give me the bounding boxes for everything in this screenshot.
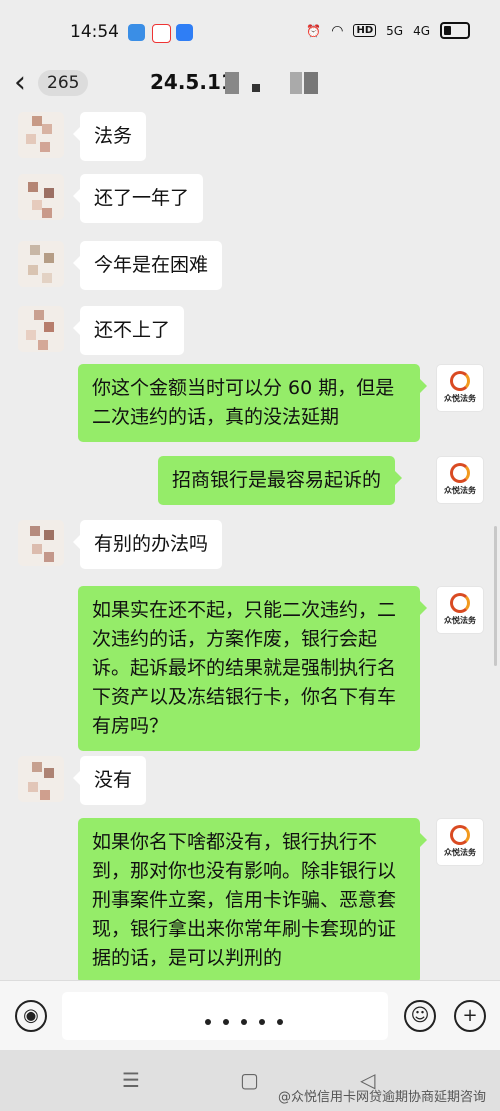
law-firm-avatar[interactable]: 众悦法务 bbox=[436, 456, 484, 504]
contact-avatar[interactable] bbox=[18, 112, 64, 158]
law-firm-avatar-label: 众悦法务 bbox=[444, 616, 476, 625]
contact-avatar[interactable] bbox=[18, 520, 64, 566]
contact-avatar[interactable] bbox=[18, 306, 64, 352]
signal-4g-icon: 4G bbox=[413, 23, 430, 38]
message-bubble-incoming[interactable]: 还不上了 bbox=[72, 306, 185, 355]
status-bar: 14:54 ⏰ ◠ HD 5G 4G bbox=[0, 0, 500, 62]
app-notification-icon bbox=[128, 24, 145, 41]
clock: 14:54 bbox=[70, 22, 119, 42]
chat-scrollbar[interactable] bbox=[494, 526, 497, 666]
title-redaction-mosaic bbox=[290, 72, 302, 94]
watermark-text: @众悦信用卡网贷逾期协商延期咨询 bbox=[277, 1090, 486, 1105]
message-bubble-outgoing[interactable]: 你这个金额当时可以分 60 期，但是二次违约的话，真的没法延期 bbox=[78, 364, 427, 442]
law-firm-logo-icon bbox=[450, 825, 470, 845]
message-input-bar: ◉ ☺ + bbox=[0, 980, 500, 1051]
status-icons: ⏰ ◠ HD 5G 4G bbox=[306, 22, 470, 39]
chevron-left-icon[interactable]: ‹ bbox=[14, 64, 26, 102]
title-redaction-mosaic bbox=[304, 72, 318, 94]
law-firm-logo-icon bbox=[450, 463, 470, 483]
voice-input-icon[interactable]: ◉ bbox=[15, 1000, 47, 1032]
contact-avatar[interactable] bbox=[18, 756, 64, 802]
emoji-icon[interactable]: ☺ bbox=[404, 1000, 436, 1032]
contact-avatar[interactable] bbox=[18, 241, 64, 287]
menu-icon[interactable]: ☰ bbox=[122, 1068, 140, 1092]
law-firm-avatar[interactable]: 众悦法务 bbox=[436, 818, 484, 866]
law-firm-avatar[interactable]: 众悦法务 bbox=[436, 586, 484, 634]
message-bubble-incoming[interactable]: 今年是在困难 bbox=[72, 241, 223, 290]
chat-message-list[interactable]: 法务 还了一年了 今年是在困难 还不上了 你这个金额当时可以分 60 期，但是二… bbox=[0, 106, 500, 980]
message-bubble-outgoing[interactable]: 招商银行是最容易起诉的 bbox=[158, 456, 403, 505]
app2-notification-icon bbox=[176, 24, 193, 41]
law-firm-logo-icon bbox=[450, 371, 470, 391]
message-input[interactable] bbox=[62, 992, 388, 1040]
law-firm-avatar-label: 众悦法务 bbox=[444, 848, 476, 857]
law-firm-logo-icon bbox=[450, 593, 470, 613]
message-bubble-outgoing[interactable]: 如果你名下啥都没有，银行执行不到，那对你也没有影响。除非银行以刑事案件立案，信用… bbox=[78, 818, 427, 980]
title-redaction-mosaic bbox=[225, 72, 239, 94]
law-firm-avatar-label: 众悦法务 bbox=[444, 394, 476, 403]
title-redaction-mosaic bbox=[252, 84, 260, 92]
signal-5g-icon: 5G bbox=[386, 23, 404, 38]
battery-icon bbox=[440, 22, 470, 39]
contact-avatar[interactable] bbox=[18, 174, 64, 220]
system-navigation-bar: ☰ ▢ ◁ @众悦信用卡网贷逾期协商延期咨询 bbox=[0, 1050, 500, 1111]
chat-title: 24.5.11 bbox=[150, 70, 235, 94]
law-firm-avatar[interactable]: 众悦法务 bbox=[436, 364, 484, 412]
wifi-icon: ◠ bbox=[331, 22, 344, 39]
alarm-icon: ⏰ bbox=[306, 23, 322, 38]
law-firm-avatar-label: 众悦法务 bbox=[444, 486, 476, 495]
message-bubble-incoming[interactable]: 法务 bbox=[72, 112, 147, 161]
home-icon[interactable]: ▢ bbox=[240, 1068, 259, 1092]
message-bubble-incoming[interactable]: 还了一年了 bbox=[72, 174, 204, 223]
typing-dots bbox=[205, 1019, 283, 1025]
message-bubble-incoming[interactable]: 没有 bbox=[72, 756, 147, 805]
chat-header: ‹ 265 24.5.11 bbox=[0, 62, 500, 106]
add-icon[interactable]: + bbox=[454, 1000, 486, 1032]
unread-count-badge[interactable]: 265 bbox=[38, 70, 89, 96]
message-bubble-outgoing[interactable]: 如果实在还不起，只能二次违约，二次违约的话，方案作废，银行会起诉。起诉最坏的结果… bbox=[78, 586, 427, 751]
message-bubble-incoming[interactable]: 有别的办法吗 bbox=[72, 520, 223, 569]
hd-badge: HD bbox=[353, 24, 377, 37]
weibo-notification-icon bbox=[152, 24, 171, 43]
